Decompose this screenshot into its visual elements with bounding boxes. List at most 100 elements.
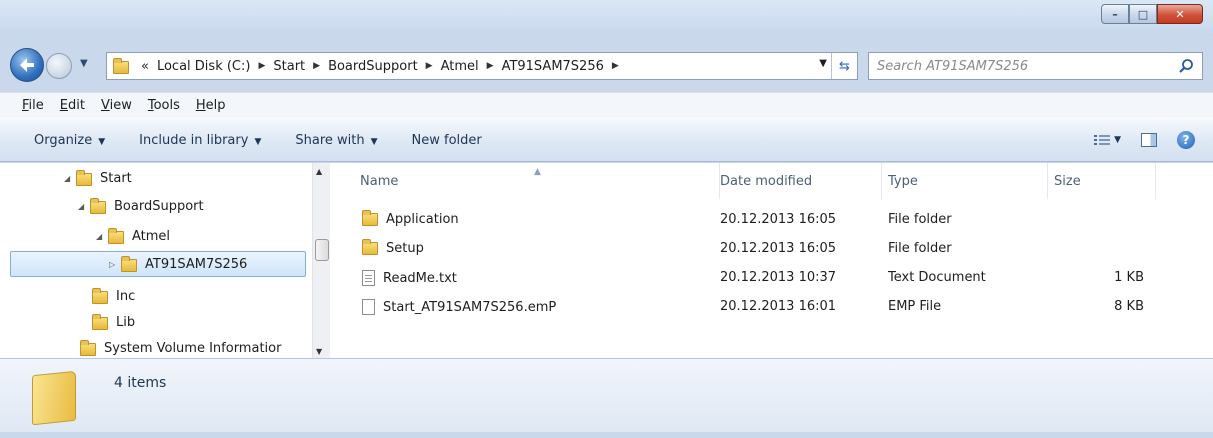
tree-item-label: Atmel xyxy=(132,228,171,244)
menu-file[interactable]: File xyxy=(14,98,52,113)
file-size: 1 KB xyxy=(1114,270,1144,285)
search-input[interactable] xyxy=(877,54,1167,78)
list-view-icon xyxy=(1094,135,1111,145)
tree-item-label: AT91SAM7S256 xyxy=(145,256,248,272)
column-header-size[interactable]: Size xyxy=(1048,163,1156,199)
caption-buttons: – □ ✕ xyxy=(1101,4,1203,26)
breadcrumb-separator-icon[interactable]: ▶ xyxy=(422,61,437,71)
tree-item-atmel[interactable]: ◢ Atmel xyxy=(96,223,170,249)
folder-icon xyxy=(362,210,378,226)
navigation-scrollbar[interactable]: ▲ ▼ xyxy=(312,163,330,358)
breadcrumb-start[interactable]: Start xyxy=(269,59,309,74)
tree-item-boardsupport[interactable]: ◢ BoardSupport xyxy=(78,193,204,219)
generic-file-icon xyxy=(362,299,375,315)
folder-icon xyxy=(108,228,124,244)
scroll-up-icon[interactable]: ▲ xyxy=(316,167,322,176)
file-name: Application xyxy=(386,212,459,227)
address-bar[interactable]: « Local Disk (C:) ▶ Start ▶ BoardSupport… xyxy=(106,52,858,80)
tree-item-lib[interactable]: Lib xyxy=(92,309,135,335)
breadcrumb-boardsupport[interactable]: BoardSupport xyxy=(324,59,422,74)
navigation-row: ▼ « Local Disk (C:) ▶ Start ▶ BoardSuppo… xyxy=(0,44,1213,84)
view-controls: ▼ ? xyxy=(1094,131,1195,149)
title-bar: – □ ✕ xyxy=(0,0,1213,36)
breadcrumb-separator-icon[interactable]: ▶ xyxy=(608,61,623,71)
address-dropdown-icon[interactable]: ▼ xyxy=(819,58,827,69)
column-header-name[interactable]: Name xyxy=(354,163,720,199)
tree-item-inc[interactable]: Inc xyxy=(92,283,135,309)
preview-pane-icon[interactable] xyxy=(1141,133,1157,147)
search-icon[interactable] xyxy=(1178,58,1194,74)
scroll-down-icon[interactable]: ▼ xyxy=(316,347,322,356)
breadcrumb-local-disk[interactable]: Local Disk (C:) xyxy=(153,59,254,74)
breadcrumb-overflow[interactable]: « xyxy=(137,59,153,74)
breadcrumb-atmel[interactable]: Atmel xyxy=(437,59,483,74)
tree-item-at91sam7s256[interactable]: ▷ AT91SAM7S256 xyxy=(10,251,306,277)
locked-folder-icon xyxy=(80,340,96,356)
folder-icon xyxy=(113,57,129,74)
file-type: EMP File xyxy=(888,299,942,314)
text-document-icon xyxy=(362,270,375,286)
menu-view[interactable]: View xyxy=(93,98,140,113)
column-header-type[interactable]: Type xyxy=(882,163,1048,199)
menu-edit[interactable]: Edit xyxy=(52,98,93,113)
menu-help[interactable]: Help xyxy=(188,98,234,113)
expanded-arrow-icon[interactable]: ◢ xyxy=(78,202,90,211)
command-bar: Organize ▼ Include in library ▼ Share with… xyxy=(0,118,1213,162)
minimize-button[interactable]: – xyxy=(1101,4,1129,24)
breadcrumb-separator-icon[interactable]: ▶ xyxy=(483,61,498,71)
tree-item-label: Inc xyxy=(116,288,136,304)
file-name: Start_AT91SAM7S256.emP xyxy=(383,299,557,315)
tree-item-label: Lib xyxy=(116,314,136,330)
back-arrow-icon xyxy=(20,58,34,72)
file-row[interactable]: Application 20.12.2013 16:05 File folder xyxy=(340,206,1213,235)
folder-icon xyxy=(121,256,137,272)
organize-label: Organize xyxy=(34,132,93,148)
file-date: 20.12.2013 10:37 xyxy=(720,270,837,285)
details-pane: 4 items xyxy=(0,358,1213,432)
help-icon[interactable]: ? xyxy=(1177,131,1195,149)
chevron-down-icon: ▼ xyxy=(254,136,262,147)
column-header-date-modified[interactable]: Date modified xyxy=(714,163,882,199)
folder-icon xyxy=(76,170,92,186)
include-in-library-button[interactable]: Include in library ▼ xyxy=(127,133,273,148)
forward-button[interactable] xyxy=(46,53,72,79)
collapsed-arrow-icon[interactable]: ▷ xyxy=(109,260,121,269)
file-list: ▲ Name Date modified Type Size Applicati… xyxy=(340,163,1213,358)
breadcrumb-separator-icon[interactable]: ▶ xyxy=(309,61,324,71)
change-view-button[interactable]: ▼ xyxy=(1094,134,1121,146)
refresh-button[interactable]: ⇆ xyxy=(831,53,857,79)
folder-icon xyxy=(92,288,108,304)
expanded-arrow-icon[interactable]: ◢ xyxy=(96,232,108,241)
file-row[interactable]: ReadMe.txt 20.12.2013 10:37 Text Documen… xyxy=(340,264,1213,293)
include-label: Include in library xyxy=(139,132,249,148)
chevron-down-icon: ▼ xyxy=(98,136,106,147)
expanded-arrow-icon[interactable]: ◢ xyxy=(64,174,76,183)
breadcrumb: « Local Disk (C:) ▶ Start ▶ BoardSupport… xyxy=(137,59,623,74)
organize-button[interactable]: Organize ▼ xyxy=(22,133,117,148)
file-row[interactable]: Setup 20.12.2013 16:05 File folder xyxy=(340,235,1213,264)
search-box[interactable] xyxy=(868,52,1203,80)
file-row[interactable]: Start_AT91SAM7S256.emP 20.12.2013 16:01 … xyxy=(340,293,1213,322)
file-date: 20.12.2013 16:05 xyxy=(720,241,837,256)
new-folder-button[interactable]: New folder xyxy=(400,133,494,148)
menu-tools[interactable]: Tools xyxy=(140,98,188,113)
close-button[interactable]: ✕ xyxy=(1157,4,1203,24)
tree-item-start[interactable]: ◢ Start xyxy=(64,165,132,191)
share-with-button[interactable]: Share with ▼ xyxy=(283,133,389,148)
breadcrumb-at91sam7s256[interactable]: AT91SAM7S256 xyxy=(498,59,608,74)
recent-pages-chevron-icon[interactable]: ▼ xyxy=(80,58,88,69)
back-button[interactable] xyxy=(10,48,44,82)
large-folder-icon xyxy=(32,370,76,426)
pane-splitter[interactable] xyxy=(332,163,336,358)
maximize-button[interactable]: □ xyxy=(1129,4,1157,24)
share-label: Share with xyxy=(295,132,365,148)
folder-icon xyxy=(92,314,108,330)
item-count: 4 items xyxy=(114,375,167,391)
breadcrumb-separator-icon[interactable]: ▶ xyxy=(254,61,269,71)
chevron-down-icon: ▼ xyxy=(370,136,378,147)
file-type: Text Document xyxy=(888,270,986,285)
file-name: ReadMe.txt xyxy=(383,270,457,286)
chevron-down-icon: ▼ xyxy=(1114,135,1121,145)
file-date: 20.12.2013 16:05 xyxy=(720,212,837,227)
scroll-thumb[interactable] xyxy=(315,239,329,261)
